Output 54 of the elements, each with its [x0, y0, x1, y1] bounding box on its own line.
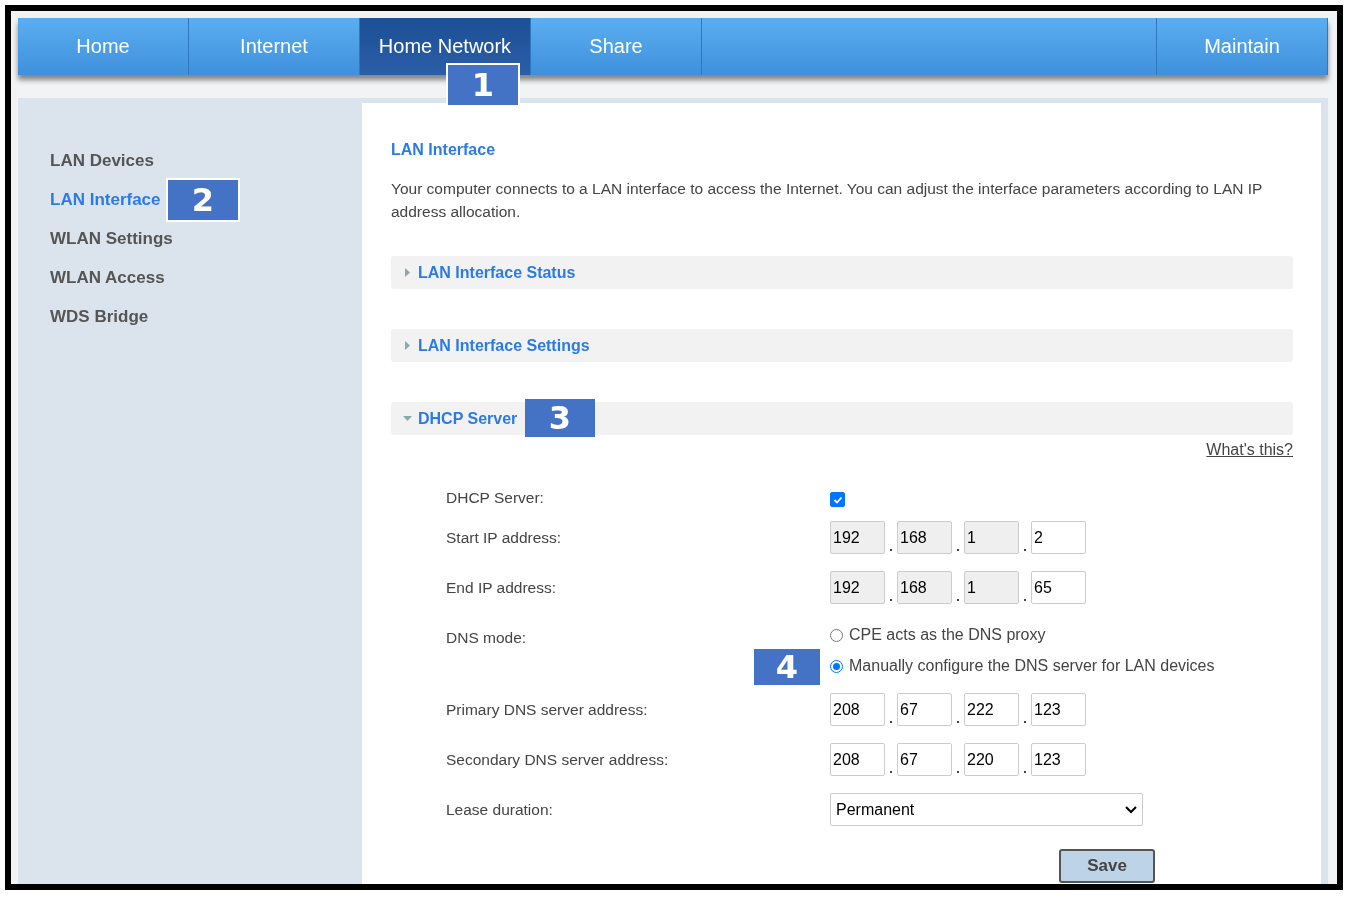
- ip-octet-field[interactable]: 65: [1031, 571, 1086, 604]
- dot-separator-icon: [890, 549, 892, 551]
- radio-label[interactable]: Manually configure the DNS server for LAN devices: [849, 657, 1215, 675]
- dot-separator-icon: [890, 599, 892, 601]
- dot-separator-icon: [1024, 771, 1026, 773]
- dot-separator-icon: [890, 721, 892, 723]
- dot-separator-icon: [957, 549, 959, 551]
- dot-separator-icon: [890, 771, 892, 773]
- section-header[interactable]: LAN Interface Status: [391, 256, 1293, 289]
- ip-octet-field[interactable]: 67: [897, 743, 952, 776]
- triangle-icon: [403, 414, 412, 423]
- dot-separator-icon: [957, 771, 959, 773]
- page-title: LAN Interface: [391, 141, 497, 159]
- description-text: Your computer connects to a LAN interface to access the Internet. You can adjust the interface parameters according to LAN IP address allocation.: [391, 179, 1264, 222]
- field-label: End IP address:: [446, 578, 556, 597]
- ip-octet-field[interactable]: 208: [830, 693, 885, 726]
- section-header[interactable]: LAN Interface Settings: [391, 329, 1293, 362]
- field-label: Primary DNS server address:: [446, 700, 648, 719]
- field-label: DNS mode:: [446, 628, 527, 647]
- triangle-icon: [403, 341, 412, 350]
- triangle-icon: [403, 268, 412, 277]
- radio-button[interactable]: [830, 659, 843, 673]
- sidebar-item[interactable]: WLAN Settings: [50, 228, 173, 250]
- step-callout: 4: [752, 647, 822, 687]
- checkmark-icon: [832, 494, 843, 505]
- sidebar-item[interactable]: LAN Devices: [50, 150, 154, 172]
- ip-octet-field[interactable]: 123: [1031, 693, 1086, 726]
- field-label: Lease duration:: [446, 800, 553, 819]
- step-callout: 3: [525, 399, 595, 437]
- sidebar-item[interactable]: WDS Bridge: [50, 306, 149, 328]
- ip-octet-field[interactable]: 123: [1031, 743, 1086, 776]
- ip-octet-field[interactable]: 2: [1031, 521, 1086, 554]
- ip-octet-field[interactable]: 67: [897, 693, 952, 726]
- radio-label[interactable]: CPE acts as the DNS proxy: [849, 626, 1046, 644]
- dot-separator-icon: [957, 721, 959, 723]
- field-label: Start IP address:: [446, 528, 562, 547]
- whats-this-link[interactable]: What's this?: [1206, 441, 1293, 459]
- radio-button[interactable]: [830, 628, 843, 642]
- ip-octet-field[interactable]: 222: [964, 693, 1019, 726]
- step-callout: 2: [166, 178, 240, 222]
- dot-separator-icon: [1024, 549, 1026, 551]
- save-button[interactable]: Save: [1059, 849, 1155, 883]
- step-callout: 1: [446, 63, 520, 107]
- lease-duration-dropdown[interactable]: Permanent: [830, 793, 1143, 826]
- ip-octet-field[interactable]: 220: [964, 743, 1019, 776]
- ip-octet-field[interactable]: 208: [830, 743, 885, 776]
- chevron-down-icon: [1125, 805, 1137, 814]
- field-label: DHCP Server:: [446, 488, 544, 507]
- dot-separator-icon: [1024, 721, 1026, 723]
- dot-separator-icon: [957, 599, 959, 601]
- checkbox[interactable]: [830, 492, 845, 507]
- dot-separator-icon: [1024, 599, 1026, 601]
- field-label: Secondary DNS server address:: [446, 750, 669, 769]
- sidebar-item[interactable]: WLAN Access: [50, 267, 165, 289]
